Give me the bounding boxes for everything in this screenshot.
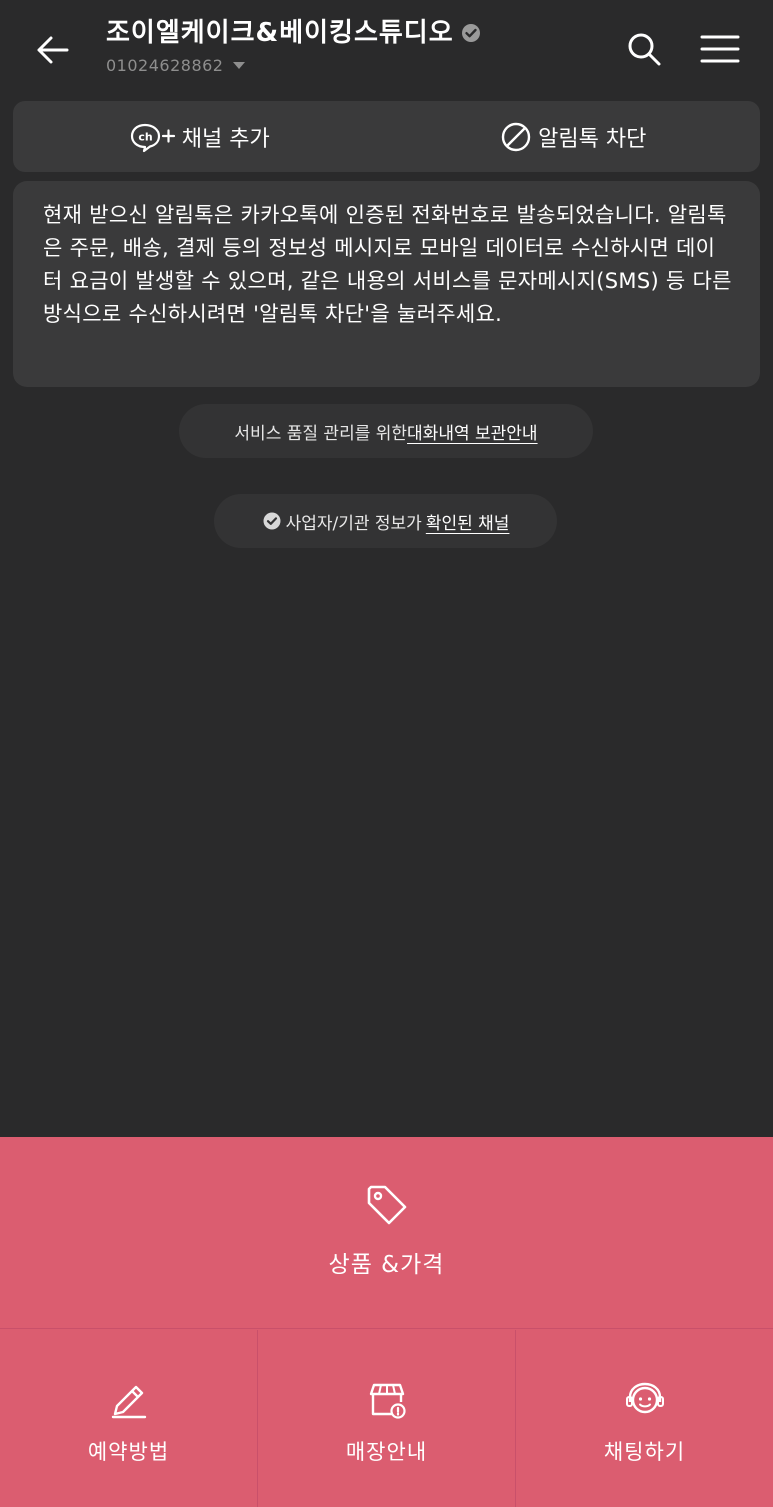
channel-title: 조이엘케이크&베이킹스튜디오 [106, 16, 482, 50]
storage-notice-link[interactable]: 대화내역 보관안내 [407, 419, 538, 444]
reservation-label: 예약방법 [87, 1440, 170, 1464]
verified-badge-icon [460, 22, 482, 44]
block-icon [501, 122, 531, 151]
menu-button[interactable] [696, 28, 744, 70]
storage-notice-prefix: 서비스 품질 관리를 위한 [234, 423, 408, 444]
back-arrow-icon [37, 36, 69, 64]
caret-down-icon [233, 62, 246, 69]
menu-store-info[interactable]: 매장안내 [258, 1330, 516, 1507]
channel-action-bar: ch 채널 추가 알림톡 차단 [13, 101, 760, 172]
menu-chat[interactable]: 채팅하기 [516, 1330, 773, 1507]
channel-name: 조이엘케이크&베이킹스튜디오 [106, 18, 454, 48]
menu-products-prices[interactable]: 상품 &가격 [0, 1137, 773, 1329]
alimtalk-notice: 현재 받으신 알림톡은 카카오톡에 인증된 전화번호로 발송되었습니다. 알림톡… [13, 181, 760, 387]
verified-prefix: 사업자/기관 정보가 [285, 513, 422, 534]
menu-reservation[interactable]: 예약방법 [0, 1330, 258, 1507]
bottom-menu: 상품 &가격 예약방법 매장안내 채팅하기 [0, 1137, 773, 1507]
block-alimtalk-button[interactable]: 알림톡 차단 [387, 101, 761, 172]
store-icon [369, 1383, 406, 1419]
storage-notice-pill: 서비스 품질 관리를 위한 대화내역 보관안내 [179, 404, 593, 458]
channel-add-icon: ch [130, 123, 175, 152]
verified-channel-link[interactable]: 확인된 채널 [426, 509, 510, 534]
products-prices-label: 상품 &가격 [328, 1252, 445, 1278]
verified-channel-pill: 사업자/기관 정보가 확인된 채널 [214, 494, 557, 548]
svg-text:ch: ch [138, 130, 152, 143]
phone-selector[interactable]: 01024628862 [106, 56, 482, 75]
phone-number: 01024628862 [106, 56, 224, 75]
search-button[interactable] [622, 26, 666, 72]
channel-info[interactable]: 조이엘케이크&베이킹스튜디오 01024628862 [106, 16, 482, 75]
pencil-icon [111, 1385, 146, 1419]
hamburger-menu-icon [700, 35, 740, 63]
chat-label: 채팅하기 [603, 1440, 686, 1464]
search-icon [628, 33, 661, 66]
header: 조이엘케이크&베이킹스튜디오 01024628862 [0, 0, 773, 100]
block-alimtalk-label: 알림톡 차단 [538, 126, 647, 152]
add-channel-label: 채널 추가 [181, 126, 270, 152]
menu-row: 예약방법 매장안내 채팅하기 [0, 1330, 773, 1507]
verified-check-icon [263, 512, 281, 530]
store-info-label: 매장안내 [345, 1440, 428, 1464]
chat-agent-icon [625, 1382, 664, 1414]
add-channel-button[interactable]: ch 채널 추가 [13, 101, 387, 172]
price-tag-icon [367, 1185, 406, 1225]
back-button[interactable] [28, 28, 76, 72]
notice-text: 현재 받으신 알림톡은 카카오톡에 인증된 전화번호로 발송되었습니다. 알림톡… [43, 203, 732, 326]
